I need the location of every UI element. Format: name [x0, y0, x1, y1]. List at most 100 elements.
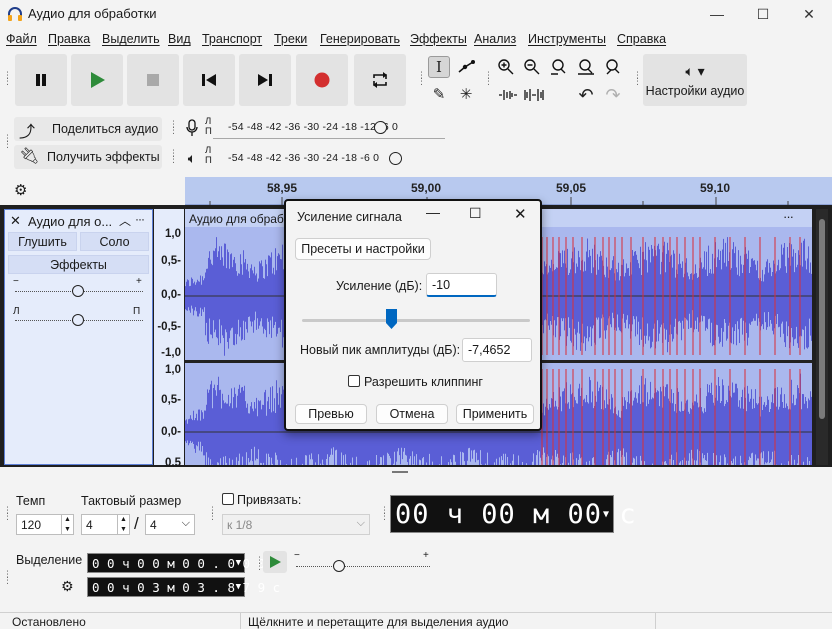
menu-analyze[interactable]: Анализ — [474, 32, 516, 46]
snap-checkbox[interactable] — [222, 493, 234, 505]
menu-view[interactable]: Вид — [168, 32, 191, 46]
time-format-chevron-icon[interactable]: ▼ — [603, 509, 610, 520]
multi-tool-icon[interactable]: ✳ — [455, 83, 477, 105]
loop-button[interactable] — [354, 54, 406, 106]
zoom-out-icon[interactable] — [521, 56, 543, 78]
silence-audio-icon[interactable] — [523, 84, 545, 106]
play-meter-grip[interactable]: ⋮ ⋮ — [169, 149, 178, 164]
dialog-minimize-button[interactable]: — — [426, 204, 440, 220]
audio-setup-grip[interactable]: ⋮ ⋮ — [633, 71, 642, 86]
menu-transport[interactable]: Транспорт — [202, 32, 262, 46]
snap-grip[interactable]: ⋮ ⋮ — [208, 506, 217, 521]
gain-slider-knob[interactable] — [72, 285, 84, 297]
zoom-in-icon[interactable] — [495, 56, 517, 78]
play-button[interactable] — [71, 54, 123, 106]
close-button[interactable]: ✕ — [786, 0, 832, 28]
get-effects-button[interactable]: 🔌︎ Получить эффекты — [14, 145, 162, 169]
track-close-icon[interactable]: ✕ — [10, 213, 21, 229]
solo-button[interactable]: Соло — [80, 232, 149, 251]
time-signature-grip[interactable]: ⋮ ⋮ — [3, 506, 12, 521]
stop-button[interactable] — [127, 54, 179, 106]
menu-generate[interactable]: Генерировать — [320, 32, 400, 46]
rec-meter-grip[interactable]: ⋮ ⋮ — [169, 120, 178, 135]
time-signature-denominator[interactable]: 4 ⌵ — [145, 514, 195, 535]
skip-start-button[interactable] — [183, 54, 235, 106]
zoom-toggle-icon[interactable] — [601, 56, 623, 78]
fit-project-icon[interactable] — [575, 56, 597, 78]
peak-input[interactable]: -7,4652 — [462, 338, 532, 362]
track-collapse-chevron-icon[interactable]: ︿ — [119, 212, 131, 229]
tempo-up-icon[interactable]: ▲ — [61, 515, 73, 525]
redo-icon[interactable]: ↷ — [602, 84, 624, 106]
presets-button[interactable]: Пресеты и настройки — [295, 238, 431, 260]
menu-effects[interactable]: Эффекты — [410, 32, 467, 46]
record-button[interactable] — [296, 54, 348, 106]
time-grip[interactable]: ⋮ ⋮ — [380, 506, 389, 521]
menu-tools[interactable]: Инструменты — [528, 32, 606, 46]
dialog-maximize-button[interactable]: ☐ — [469, 205, 482, 222]
track-name[interactable]: Аудио для о... — [28, 214, 112, 229]
selection-grip[interactable]: ⋮ ⋮ — [3, 570, 12, 585]
envelope-tool-icon[interactable] — [455, 56, 477, 78]
selection-end-chevron-icon[interactable]: ▼ — [236, 582, 241, 592]
pause-button[interactable] — [15, 54, 67, 106]
maximize-button[interactable]: ☐ — [740, 0, 786, 28]
selection-start-time[interactable]: 0 0 ч 0 0 м 0 0 . 0 0 0 с ▼ — [87, 553, 280, 573]
amplify-dialog[interactable]: Усиление сигнала — ☐ ✕ Пресеты и настрой… — [284, 199, 542, 431]
draw-tool-icon[interactable]: ✎ — [428, 83, 450, 105]
record-level-knob[interactable] — [374, 121, 387, 134]
apply-button[interactable]: Применить — [456, 404, 534, 424]
play-at-speed-grip[interactable]: ⋮ ⋮ — [255, 556, 264, 571]
gain-input[interactable]: -10 — [426, 273, 497, 297]
menu-select[interactable]: Выделить — [102, 32, 160, 46]
track-control-panel[interactable]: ✕ Аудио для о... ︿ ··· Глушить Соло Эффе… — [4, 209, 153, 465]
clipping-checkbox[interactable] — [348, 375, 360, 387]
trim-audio-icon[interactable] — [497, 84, 519, 106]
timeline-settings-gear-icon[interactable]: ⚙︎ — [14, 181, 27, 199]
undo-icon[interactable]: ↶ — [575, 84, 597, 106]
effects-button[interactable]: Эффекты — [8, 255, 149, 274]
menu-tracks[interactable]: Треки — [274, 32, 307, 46]
menu-help[interactable]: Справка — [617, 32, 666, 46]
numerator-up-icon[interactable]: ▲ — [117, 515, 129, 525]
selection-tool-icon[interactable]: I — [428, 56, 450, 78]
clip-name[interactable]: Аудио для обраб — [189, 212, 284, 226]
time-signature-numerator[interactable]: 4 ▲ ▼ — [81, 514, 130, 535]
share-audio-button[interactable]: ⤴︎ Поделиться аудио — [14, 117, 162, 141]
splitter-handle[interactable] — [392, 471, 408, 473]
minimize-button[interactable]: — — [694, 0, 740, 28]
microphone-icon[interactable] — [181, 117, 203, 139]
time-display[interactable]: 00 ч 00 м 00 с ▼ — [390, 495, 636, 533]
dialog-close-button[interactable]: ✕ — [514, 205, 527, 223]
vertical-scrollbar-thumb[interactable] — [819, 219, 825, 419]
audio-settings-button[interactable]: 🔈︎ ▾ Настройки аудио — [643, 54, 747, 106]
play-at-speed-button[interactable] — [263, 551, 287, 573]
tools-grip[interactable]: ⋮ ⋮ — [417, 71, 426, 86]
clip-menu-icon[interactable]: ··· — [783, 209, 794, 224]
tempo-down-icon[interactable]: ▼ — [61, 524, 73, 534]
selection-end-time[interactable]: 0 0 ч 0 3 м 0 3 . 8 7 9 с ▼ — [87, 577, 280, 597]
track-menu-icon[interactable]: ··· — [135, 212, 145, 226]
gain-slider-thumb[interactable] — [385, 309, 397, 329]
speed-slider-knob[interactable] — [333, 560, 345, 572]
pan-slider-knob[interactable] — [72, 314, 84, 326]
play-level-knob[interactable] — [389, 152, 402, 165]
cancel-button[interactable]: Отмена — [376, 404, 448, 424]
menu-edit[interactable]: Правка — [48, 32, 90, 46]
edit-grip[interactable]: ⋮ ⋮ — [484, 71, 493, 86]
gain-slider-track[interactable] — [302, 319, 530, 322]
mute-button[interactable]: Глушить — [8, 232, 77, 251]
toolbar-grip[interactable]: ⋮ ⋮ — [3, 71, 12, 86]
numerator-down-icon[interactable]: ▼ — [117, 524, 129, 534]
speaker-meter-icon[interactable]: 🔈︎ — [181, 147, 203, 169]
tempo-input[interactable]: 120 ▲ ▼ — [16, 514, 74, 535]
share-grip[interactable]: ⋮ ⋮ — [3, 134, 12, 149]
vertical-scrollbar[interactable] — [816, 209, 828, 465]
preview-button[interactable]: Превью — [295, 404, 367, 424]
fit-selection-icon[interactable] — [548, 56, 570, 78]
menu-file[interactable]: Файл — [6, 32, 37, 46]
selection-start-chevron-icon[interactable]: ▼ — [236, 558, 241, 568]
snap-select[interactable]: к 1/8 ⌵ — [222, 514, 370, 535]
skip-end-button[interactable] — [239, 54, 291, 106]
selection-settings-gear-icon[interactable]: ⚙︎ — [61, 578, 74, 595]
